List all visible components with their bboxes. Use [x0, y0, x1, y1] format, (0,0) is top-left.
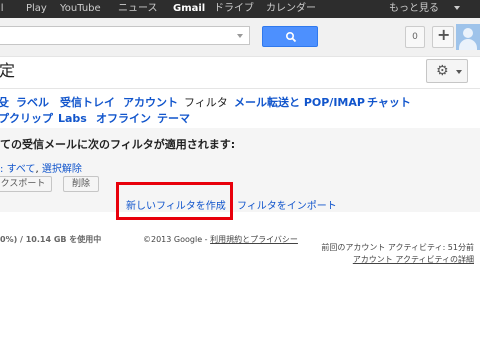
filters-heading: ての受信メールに次のフィルタが適用されます: — [0, 138, 236, 151]
divider — [0, 88, 480, 89]
tab-offline[interactable]: オフライン — [96, 112, 151, 126]
delete-button[interactable]: 削除 — [63, 176, 99, 192]
select-prefix: : — [0, 164, 4, 175]
avatar[interactable] — [456, 24, 480, 50]
import-filters-link[interactable]: フィルタをインポート — [237, 200, 337, 213]
topbar-link-partial[interactable]: ll — [0, 2, 4, 15]
chevron-down-icon — [456, 70, 462, 74]
select-none-link[interactable]: 選択解除 — [42, 164, 82, 175]
topbar-link-play[interactable]: Play — [26, 2, 47, 15]
search-icon — [285, 31, 297, 43]
notification-count-button[interactable]: 0 — [405, 26, 425, 48]
topbar-link-more[interactable]: もっと見る — [389, 2, 439, 15]
selection-row: : すべて, 選択解除 — [0, 164, 82, 175]
tab-general-partial[interactable]: 殳 — [0, 96, 9, 110]
tab-filters[interactable]: フィルタ — [184, 96, 228, 110]
topbar-link-news[interactable]: ニュース — [118, 2, 158, 15]
tab-chat[interactable]: チャット — [367, 96, 411, 110]
settings-tabs-row-2: プクリップ Labs オフライン テーマ — [0, 112, 480, 126]
tab-themes[interactable]: テーマ — [157, 112, 190, 126]
tab-accounts[interactable]: アカウント — [123, 96, 178, 110]
tab-forwarding-pop-imap[interactable]: メール転送と POP/IMAP — [234, 96, 365, 110]
copyright-notice: ©2013 Google - 利用規約とプライバシー — [143, 234, 298, 245]
export-button[interactable]: クスポート — [0, 176, 52, 192]
topbar-link-calendar[interactable]: カレンダー — [266, 2, 316, 15]
topbar-link-drive[interactable]: ドライブ — [214, 2, 254, 15]
gear-icon: ⚙ — [436, 63, 449, 79]
tab-labs[interactable]: Labs — [58, 112, 87, 126]
share-button[interactable]: + — [432, 25, 454, 48]
topbar-link-gmail[interactable]: Gmail — [173, 2, 205, 15]
tab-labels[interactable]: ラベル — [16, 96, 49, 110]
search-options-dropdown-icon[interactable] — [237, 34, 243, 38]
select-all-link[interactable]: すべて — [7, 164, 36, 175]
search-input[interactable] — [0, 26, 250, 45]
page-title: 定 — [0, 61, 16, 80]
settings-button[interactable]: ⚙ — [426, 59, 468, 83]
top-navigation-bar: ll Play YouTube ニュース Gmail ドライブ カレンダー もっ… — [0, 0, 480, 18]
create-new-filter-link[interactable]: 新しいフィルタを作成 — [126, 200, 226, 213]
topbar-link-youtube[interactable]: YouTube — [60, 2, 101, 15]
plus-icon: + — [437, 25, 451, 44]
avatar-head-shape — [463, 28, 473, 38]
settings-tabs-row-1: 殳 ラベル 受信トレイ アカウント フィルタ メール転送と POP/IMAP チ… — [0, 96, 480, 110]
tab-web-clips-partial[interactable]: プクリップ — [0, 112, 53, 126]
last-account-activity: 前回のアカウント アクティビティ: 51分前 — [321, 243, 474, 252]
avatar-body-shape — [459, 39, 477, 50]
search-button[interactable] — [262, 26, 318, 47]
search-header: 0 + — [0, 18, 480, 57]
copyright-text: ©2013 Google - — [143, 235, 211, 244]
tab-inbox[interactable]: 受信トレイ — [60, 96, 115, 110]
more-dropdown-icon — [454, 6, 460, 10]
terms-privacy-link[interactable]: 利用規約とプライバシー — [210, 235, 298, 244]
activity-details-link[interactable]: アカウント アクティビティの詳細 — [353, 254, 474, 265]
storage-usage: 0%) / 10.14 GB を使用中 — [0, 235, 102, 244]
